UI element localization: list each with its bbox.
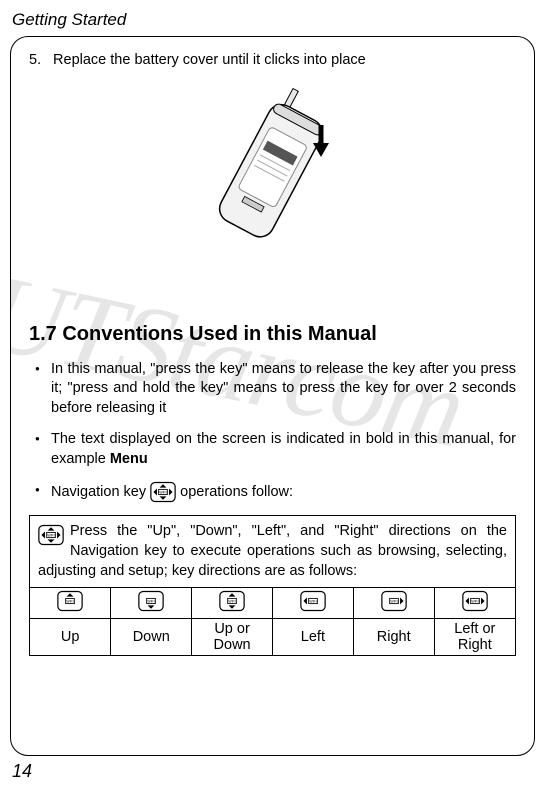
bullet-item: In this manual, "press the key" means to… [33, 360, 516, 419]
phone-illustration [193, 83, 353, 263]
nav-key-left-icon: WIFI [272, 588, 353, 619]
dir-label-updown: Up or Down [192, 619, 273, 656]
bullet-text: In this manual, "press the key" means to… [51, 361, 516, 416]
step-5: 5. Replace the battery cover until it cl… [29, 51, 516, 71]
nav-key-down-icon: WIFI [111, 588, 192, 619]
dir-label-down: Down [111, 619, 192, 656]
content-frame: UTStarcom 5. Replace the battery cover u… [10, 36, 535, 756]
nav-key-up-icon: WIFI [30, 588, 111, 619]
step-text: Replace the battery cover until it click… [53, 52, 366, 68]
svg-text:WIFI: WIFI [148, 600, 155, 604]
dir-label-right: Right [353, 619, 434, 656]
bullet-list: In this manual, "press the key" means to… [29, 360, 516, 504]
bullet-text: Navigation key [51, 484, 150, 500]
dir-label-up: Up [30, 619, 111, 656]
bullet-item: Navigation key WIFI operations follow: [33, 481, 516, 503]
svg-text:WIFI: WIFI [390, 600, 397, 604]
svg-text:WIFI: WIFI [228, 600, 235, 604]
section-heading: 1.7 Conventions Used in this Manual [29, 323, 516, 346]
running-header: Getting Started [0, 0, 545, 36]
nav-key-updown-icon: WIFI [192, 588, 273, 619]
nav-key-icon: WIFI [38, 524, 64, 546]
svg-text:WIFI: WIFI [159, 491, 166, 495]
page-number: 14 [12, 761, 32, 782]
phone-figure [29, 83, 516, 263]
step-number: 5. [29, 51, 49, 71]
directions-desc-text: Press the "Up", "Down", "Left", and "Rig… [38, 523, 507, 578]
bold-word: Menu [110, 451, 148, 467]
nav-key-right-icon: WIFI [353, 588, 434, 619]
directions-table: WIFI Press the "Up", "Down", "Left", and… [29, 515, 516, 656]
dir-label-leftright: Left or Right [434, 619, 515, 656]
directions-description: WIFI Press the "Up", "Down", "Left", and… [30, 516, 515, 588]
svg-text:WIFI: WIFI [471, 600, 478, 604]
nav-key-leftright-icon: WIFI [434, 588, 515, 619]
nav-key-icon: WIFI [150, 481, 176, 503]
svg-text:WIFI: WIFI [67, 600, 74, 604]
svg-text:WIFI: WIFI [47, 534, 54, 538]
dir-label-left: Left [272, 619, 353, 656]
bullet-text: operations follow: [176, 484, 293, 500]
svg-text:WIFI: WIFI [309, 600, 316, 604]
bullet-item: The text displayed on the screen is indi… [33, 430, 516, 469]
